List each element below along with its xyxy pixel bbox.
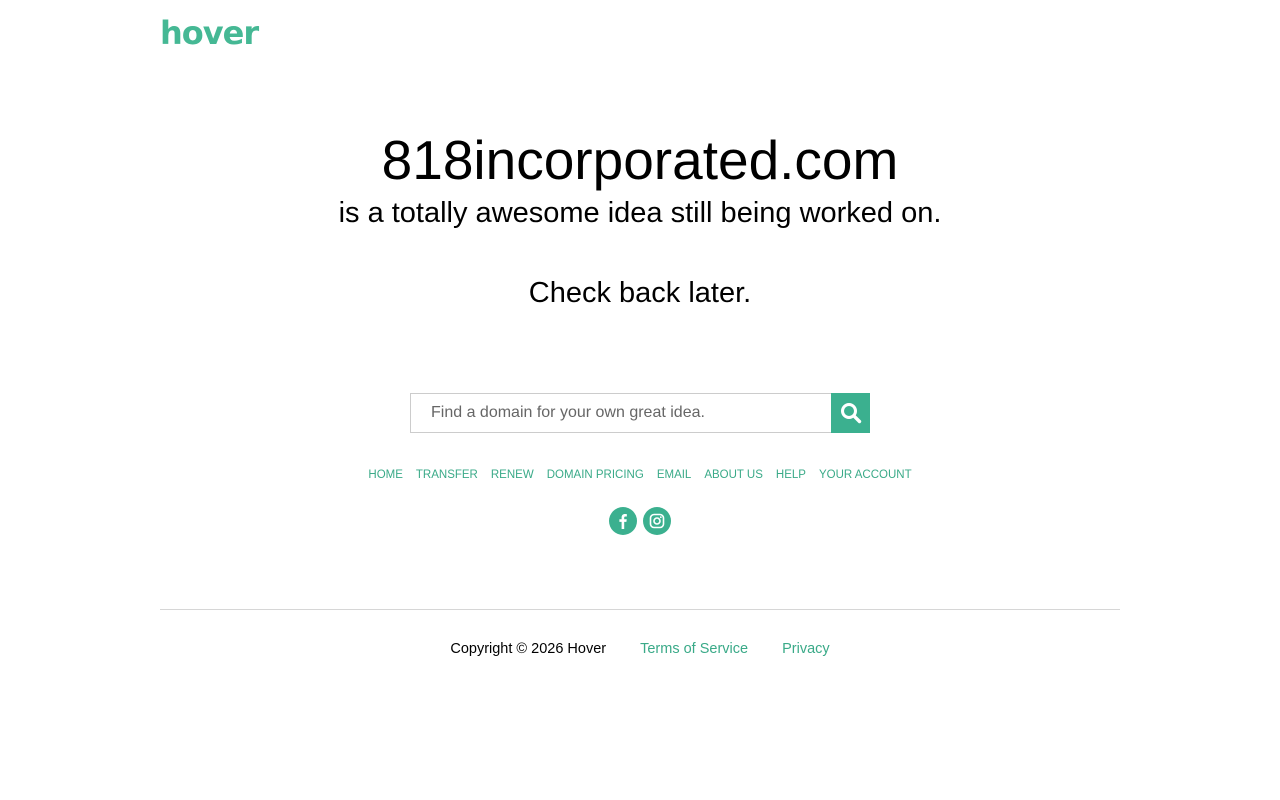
main-nav: HOME TRANSFER RENEW DOMAIN PRICING EMAIL… xyxy=(0,468,1280,482)
terms-of-service-link[interactable]: Terms of Service xyxy=(640,641,748,657)
nav-renew[interactable]: RENEW xyxy=(491,468,534,482)
copyright-text: Copyright © 2026 Hover xyxy=(450,641,607,657)
nav-help[interactable]: HELP xyxy=(776,468,806,482)
page: hover 818incorporated.com is a totally a… xyxy=(0,0,1280,800)
privacy-link[interactable]: Privacy xyxy=(782,641,830,657)
search-icon xyxy=(840,403,861,424)
domain-search-input[interactable] xyxy=(410,393,831,433)
nav-about-us[interactable]: ABOUT US xyxy=(704,468,763,482)
instagram-link[interactable] xyxy=(643,507,671,535)
footer-divider xyxy=(160,609,1120,610)
nav-your-account[interactable]: YOUR ACCOUNT xyxy=(819,468,912,482)
hover-logo[interactable]: hover xyxy=(160,14,259,52)
hero-subtitle: is a totally awesome idea still being wo… xyxy=(338,197,942,229)
search-button[interactable] xyxy=(831,393,870,433)
nav-home[interactable]: HOME xyxy=(368,468,403,482)
facebook-link[interactable] xyxy=(609,507,637,535)
domain-search-form xyxy=(410,393,870,433)
domain-title: 818incorporated.com xyxy=(381,129,899,191)
social-links xyxy=(0,507,1280,535)
instagram-icon xyxy=(649,513,665,529)
footer: Copyright © 2026 Hover Terms of Service … xyxy=(0,641,1280,657)
nav-email[interactable]: EMAIL xyxy=(657,468,692,482)
check-back-text: Check back later. xyxy=(528,277,752,309)
facebook-icon xyxy=(619,514,627,529)
nav-domain-pricing[interactable]: DOMAIN PRICING xyxy=(547,468,644,482)
nav-transfer[interactable]: TRANSFER xyxy=(416,468,478,482)
